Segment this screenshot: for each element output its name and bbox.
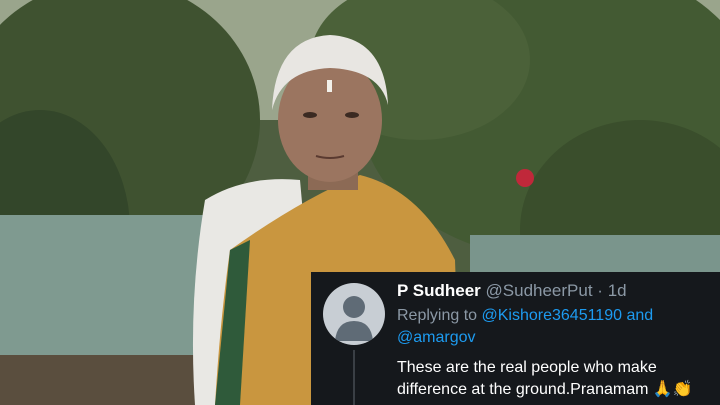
- tweet-body-text: These are the real people who make diffe…: [397, 359, 657, 398]
- thread-line: [353, 350, 355, 405]
- replying-to: Replying to @Kishore36451190 and @amargo…: [397, 305, 712, 349]
- default-avatar[interactable]: [323, 283, 385, 345]
- user-handle[interactable]: @SudheerPut: [486, 281, 593, 300]
- user-silhouette-icon: [335, 296, 373, 341]
- emoji-hands-icon: 🙏👏: [652, 381, 693, 398]
- replying-to-label: Replying to: [397, 307, 478, 324]
- mention-conjunction: and: [626, 307, 654, 324]
- tweet-content: P Sudheer @SudheerPut · 1d Replying to @…: [397, 280, 712, 401]
- timestamp[interactable]: 1d: [608, 281, 627, 300]
- display-name[interactable]: P Sudheer: [397, 281, 481, 300]
- tweet-body: These are the real people who make diffe…: [397, 357, 712, 401]
- mention-link-kishore[interactable]: @Kishore36451190: [482, 307, 623, 324]
- mention-link-amargov[interactable]: @amargov: [397, 329, 476, 346]
- tweet-header: P Sudheer @SudheerPut · 1d: [397, 280, 712, 302]
- tweet-card[interactable]: P Sudheer @SudheerPut · 1d Replying to @…: [311, 272, 720, 405]
- separator-dot: ·: [597, 281, 603, 300]
